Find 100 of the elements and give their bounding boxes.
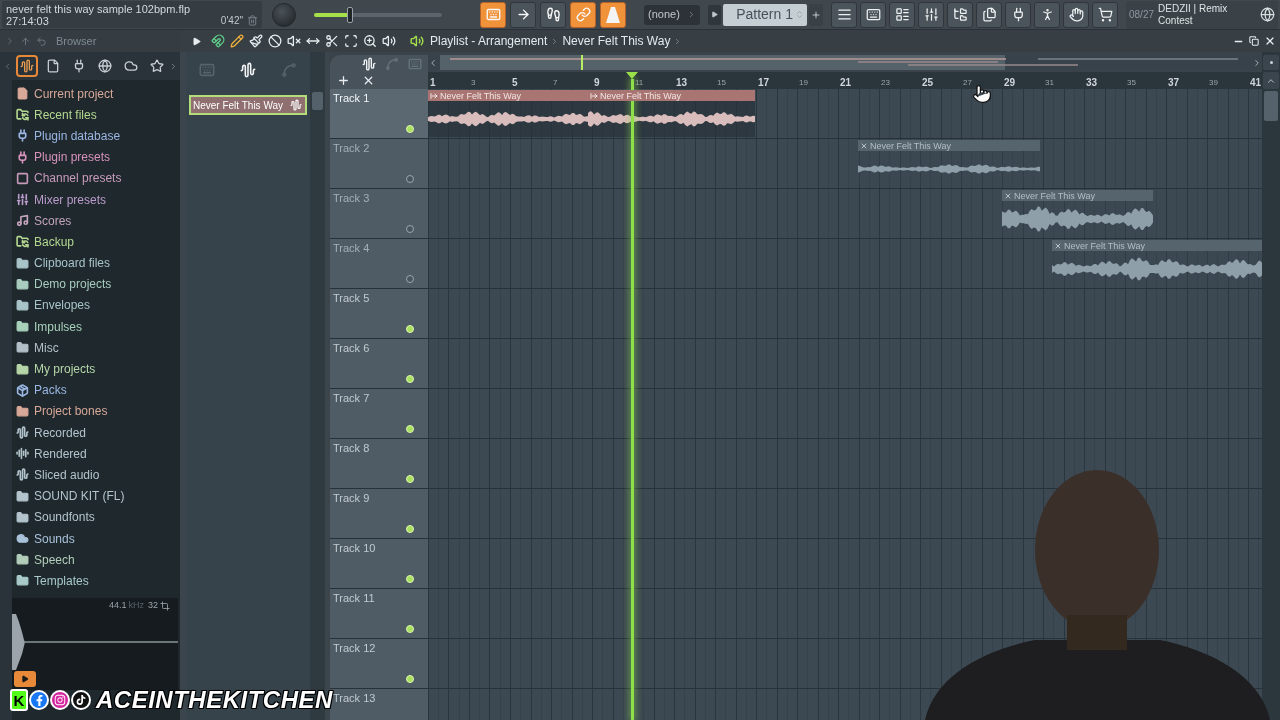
toolbar-toggle-button[interactable] (480, 1, 506, 28)
ban-icon[interactable] (268, 34, 282, 48)
scroll-corner-button[interactable] (1263, 55, 1279, 70)
speaker-icon[interactable] (382, 34, 396, 48)
window-button[interactable] (831, 1, 857, 28)
browser-item[interactable]: Scores (12, 210, 180, 232)
news-headline[interactable]: DEDZII | Remix Contest (1158, 2, 1256, 27)
browser-item[interactable]: Impulses (12, 316, 180, 338)
restore-icon[interactable] (1249, 36, 1259, 46)
track-header[interactable]: Track 1 (330, 89, 428, 138)
browser-item[interactable]: Envelopes (12, 294, 180, 317)
pattern-picker[interactable]: (none) (644, 4, 700, 25)
bar-number: 39 (1209, 78, 1218, 88)
scroll-thumb[interactable] (1264, 91, 1278, 121)
browser-item[interactable]: My projects (12, 358, 180, 380)
track-led-icon[interactable] (406, 175, 414, 183)
browser-item[interactable]: Rendered (12, 443, 180, 465)
browser-item[interactable]: Sliced audio (12, 464, 180, 486)
track-name: Track 2 (333, 142, 371, 155)
clip-title: Never Felt This Way (440, 90, 522, 101)
browser-item[interactable]: Plugin database (12, 125, 180, 147)
play-icon (21, 674, 29, 683)
window-button[interactable] (1005, 1, 1031, 28)
browser-item[interactable]: Packs (12, 379, 180, 401)
crop-icon[interactable] (160, 600, 170, 611)
cross-icon[interactable] (860, 141, 868, 150)
browser-item[interactable]: Mixer presets (12, 188, 180, 211)
browser-item[interactable]: Soundfonts (12, 506, 180, 528)
cloud-icon (124, 59, 138, 73)
close-icon[interactable] (362, 74, 375, 87)
chevron-left-icon[interactable] (428, 57, 438, 68)
track-header[interactable]: Track 6 (330, 339, 428, 388)
browser-item[interactable]: Misc (12, 337, 180, 359)
add-pattern-button[interactable] (809, 3, 823, 26)
track-header[interactable]: Track 12 (330, 639, 428, 688)
bar-number: 3 (471, 78, 476, 88)
chevron-right-icon[interactable] (1252, 57, 1262, 68)
browser-item[interactable]: Plugin presets (12, 146, 180, 168)
track-led-icon[interactable] (406, 225, 414, 233)
plug-icon (72, 59, 86, 73)
window-button[interactable] (947, 1, 973, 28)
window-button[interactable] (1092, 1, 1118, 28)
mute-icon[interactable] (287, 34, 301, 48)
track-header[interactable]: Track 10 (330, 539, 428, 588)
chevron-right-icon[interactable] (169, 61, 178, 71)
toolbar-toggle-button[interactable] (540, 1, 566, 28)
pattern-play-button[interactable] (708, 4, 721, 25)
pencil-icon[interactable] (230, 34, 244, 48)
window-button[interactable] (860, 1, 886, 28)
browser-item[interactable]: Demo projects (12, 273, 180, 295)
track-header[interactable]: Track 5 (330, 289, 428, 338)
cross-icon[interactable] (1054, 241, 1062, 250)
arrow-from-line-icon[interactable] (430, 91, 438, 100)
browser-item[interactable]: SOUND KIT (FL) (12, 485, 180, 507)
magnet-icon[interactable] (211, 34, 225, 48)
position-slider[interactable] (314, 6, 442, 23)
select-icon[interactable] (344, 34, 358, 48)
toolbar-toggle-button[interactable] (570, 1, 596, 28)
cross-icon[interactable] (1004, 191, 1012, 200)
browser-item[interactable]: Sounds (12, 527, 180, 550)
slider-thumb[interactable] (346, 6, 353, 23)
toolbar-toggle-button[interactable] (510, 1, 536, 28)
scissors-icon[interactable] (325, 34, 339, 48)
play-icon[interactable] (192, 36, 201, 46)
window-button[interactable] (918, 1, 944, 28)
window-button[interactable] (1034, 1, 1060, 28)
zoom-icon[interactable] (363, 34, 377, 48)
window-button[interactable] (976, 1, 1002, 28)
playhead-marker-icon[interactable] (626, 72, 639, 79)
paintbrush-icon[interactable] (249, 34, 263, 48)
pattern-selector[interactable]: Pattern 1 (723, 3, 807, 26)
toolbar-toggle-button[interactable] (600, 1, 626, 28)
window-button[interactable] (889, 1, 915, 28)
scroll-thumb[interactable] (312, 92, 323, 110)
waveform-icon[interactable] (240, 62, 256, 78)
browser-item[interactable]: Templates (12, 570, 180, 592)
plus-icon[interactable] (337, 74, 350, 87)
picker-clip-item[interactable]: Never Felt This Way (189, 95, 307, 115)
browser-item[interactable]: Speech (12, 549, 180, 571)
arrow-from-line-icon[interactable] (590, 91, 598, 100)
track-header[interactable]: Track 9 (330, 489, 428, 538)
track-led-icon[interactable] (406, 275, 414, 283)
browser-item[interactable]: Backup (12, 231, 180, 253)
close-icon[interactable] (1264, 35, 1276, 47)
globe-icon[interactable] (1260, 7, 1275, 22)
window-button[interactable] (1063, 1, 1089, 28)
track-header[interactable]: Track 7 (330, 389, 428, 438)
browser-item[interactable]: Recorded (12, 422, 180, 444)
track-header[interactable]: Track 8 (330, 439, 428, 488)
speaker-icon[interactable] (410, 34, 424, 48)
arrangement-name[interactable]: Never Felt This Way (562, 32, 671, 50)
browser-item[interactable]: Recent files (12, 104, 180, 126)
browser-item[interactable]: Project bones (12, 400, 180, 422)
track-header[interactable]: Track 11 (330, 589, 428, 638)
browser-item[interactable]: Current project (12, 83, 180, 105)
browser-item[interactable]: Clipboard files (12, 252, 180, 274)
waveform-icon[interactable] (362, 56, 376, 71)
browser-item[interactable]: Channel presets (12, 167, 180, 189)
browser-tab[interactable] (16, 55, 38, 77)
preview-play-button[interactable] (14, 670, 36, 687)
